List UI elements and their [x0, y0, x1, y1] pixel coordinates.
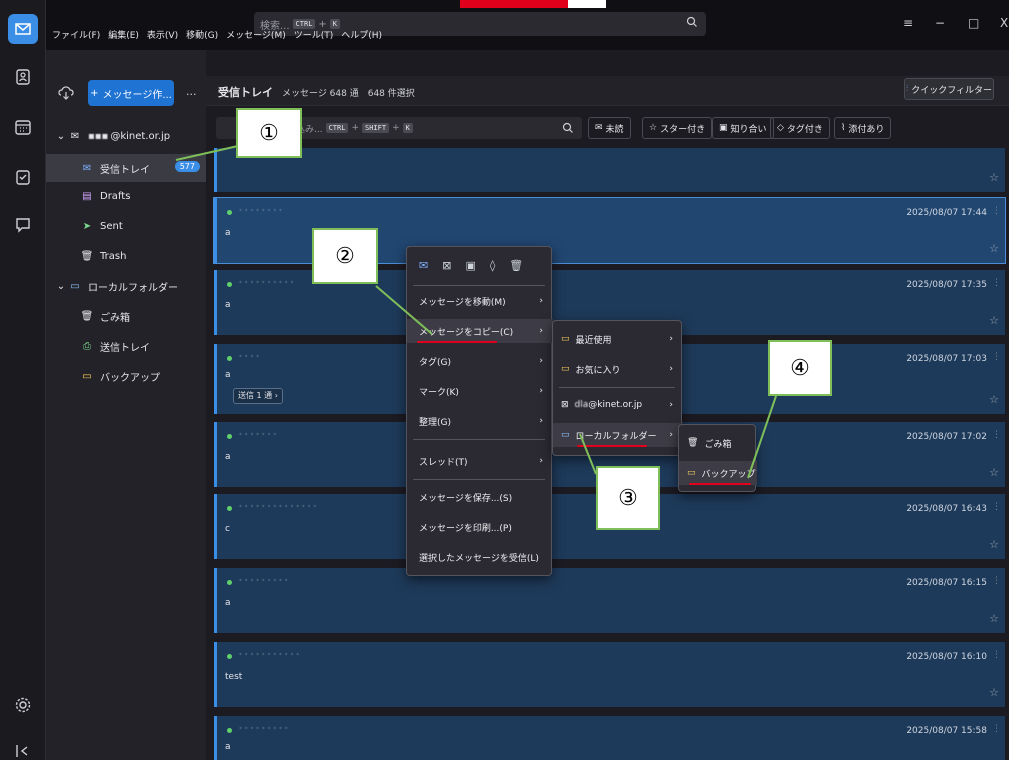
annotation-line-1: [175, 145, 239, 161]
annotation-2: ②: [312, 228, 378, 284]
annotation-line-3: [579, 433, 597, 475]
annotation-line-4: [747, 395, 777, 479]
annotation-line-2: [375, 285, 433, 335]
annotation-3: ③: [596, 466, 660, 530]
annotation-lines: [175, 145, 777, 479]
annotation-4: ④: [768, 340, 832, 396]
annotation-1: ①: [236, 108, 302, 158]
